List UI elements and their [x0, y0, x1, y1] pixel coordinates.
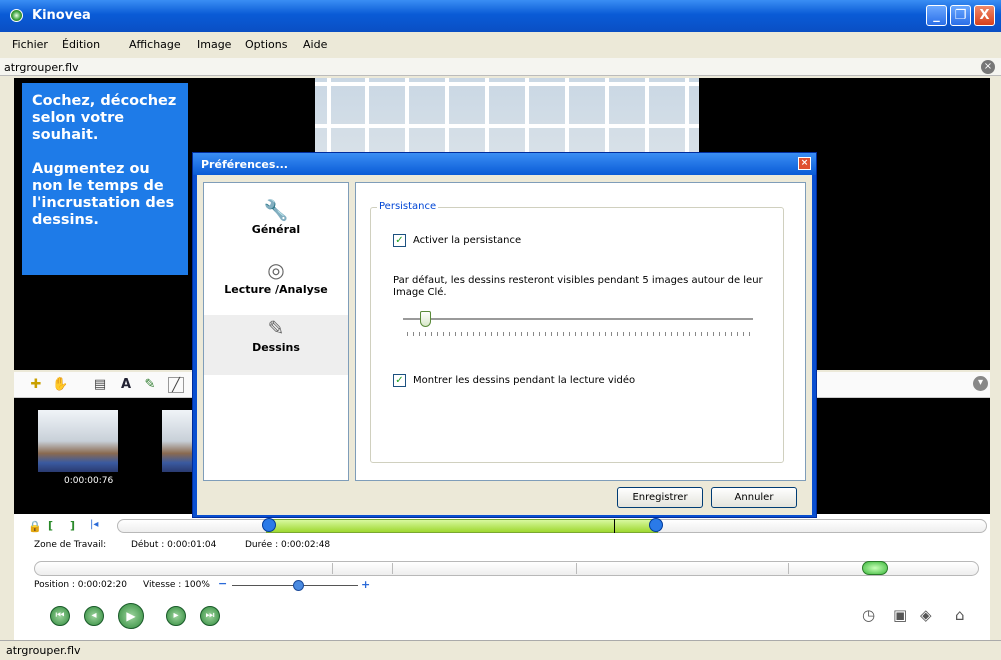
- line-tool-icon[interactable]: ╱: [168, 377, 184, 393]
- preferences-dialog: Préférences... × 🔧 Général ◎ Lecture /An…: [192, 152, 817, 518]
- menu-bar: Fichier Édition Affichage Image Options …: [0, 32, 1001, 56]
- save-button[interactable]: Enregistrer: [617, 487, 703, 508]
- category-dessins[interactable]: ✎ Dessins: [204, 315, 348, 375]
- text-tool-icon[interactable]: A: [118, 377, 134, 393]
- status-bar: atrgrouper.flv: [0, 640, 1001, 660]
- close-button[interactable]: X: [974, 5, 995, 26]
- duration: Durée : 0:00:02:48: [245, 540, 331, 550]
- previous-frame-icon[interactable]: ◂: [84, 606, 104, 626]
- next-frame-icon[interactable]: ▸: [166, 606, 186, 626]
- dialog-title-bar: Préférences... ×: [193, 153, 816, 175]
- menu-image[interactable]: Image: [197, 38, 231, 51]
- persistence-description: Par défaut, les dessins resteront visibl…: [393, 275, 763, 298]
- persistence-checkbox-label: Activer la persistance: [413, 235, 522, 246]
- speed-plus-icon[interactable]: +: [361, 578, 370, 591]
- title-bar: Kinovea _ ❐ X: [0, 0, 1001, 32]
- menu-affichage[interactable]: Affichage: [129, 38, 181, 51]
- wrench-icon: 🔧: [263, 198, 289, 222]
- window-title: Kinovea: [32, 8, 91, 23]
- lock-icon[interactable]: 🔒: [28, 520, 42, 533]
- film-reel-icon: ◎: [267, 258, 285, 282]
- goto-start-icon[interactable]: |◂: [90, 519, 98, 530]
- category-lecture-analyse[interactable]: ◎ Lecture /Analyse: [204, 257, 348, 317]
- bracket-end-icon[interactable]: ]: [70, 519, 75, 532]
- play-drawings-checkbox-label: Montrer les dessins pendant la lecture v…: [413, 375, 636, 386]
- presentation-icon[interactable]: ⌂: [955, 606, 965, 624]
- track-marker: [576, 563, 577, 574]
- menu-edition[interactable]: Édition: [62, 38, 100, 51]
- document-bar: atrgrouper.flv ×: [0, 58, 1001, 76]
- category-label: Dessins: [252, 341, 300, 354]
- category-label: Général: [251, 223, 301, 236]
- hand-icon[interactable]: ✋: [52, 377, 68, 393]
- save-video-icon[interactable]: ◈: [920, 606, 932, 624]
- expand-icon[interactable]: ▾: [973, 376, 988, 391]
- persistence-group: Persistance ✓ Activer la persistance Par…: [370, 201, 784, 463]
- first-frame-icon[interactable]: ⏮: [50, 606, 70, 626]
- document-name: atrgrouper.flv: [4, 61, 79, 74]
- tooltip-line-1: Cochez, décochez selon votre souhait.: [32, 93, 177, 143]
- tooltip-line-2: Augmentez ou non le temps de l'incrustat…: [32, 161, 175, 228]
- track-marker: [332, 563, 333, 574]
- dialog-title: Préférences...: [201, 158, 288, 171]
- work-start-handle[interactable]: [262, 518, 276, 532]
- work-cursor: [614, 519, 615, 533]
- play-drawings-checkbox[interactable]: ✓: [393, 374, 406, 387]
- work-zone-range[interactable]: [266, 519, 658, 533]
- position-track[interactable]: [34, 561, 979, 576]
- position-label: Position : 0:00:02:20: [34, 580, 127, 590]
- last-frame-icon[interactable]: ⏭: [200, 606, 220, 626]
- position-handle[interactable]: [862, 561, 888, 575]
- speed-slider-thumb[interactable]: [293, 580, 304, 591]
- category-general[interactable]: 🔧 Général: [204, 197, 348, 257]
- work-end-handle[interactable]: [649, 518, 663, 532]
- app-icon: [10, 9, 23, 22]
- help-tooltip: Cochez, décochez selon votre souhait. Au…: [22, 83, 188, 275]
- slider-ticks: [407, 332, 751, 336]
- start-time: Début : 0:00:01:04: [131, 540, 217, 550]
- maximize-button[interactable]: ❐: [950, 5, 971, 26]
- menu-options[interactable]: Options: [245, 38, 287, 51]
- cancel-button[interactable]: Annuler: [711, 487, 797, 508]
- preferences-content: Persistance ✓ Activer la persistance Par…: [355, 182, 806, 481]
- brushes-icon: ✎: [267, 316, 285, 340]
- keyframe-thumbnail[interactable]: [162, 410, 192, 472]
- track-marker: [788, 563, 789, 574]
- play-icon[interactable]: ▶: [118, 603, 144, 629]
- camera-icon[interactable]: ▣: [893, 606, 907, 624]
- dialog-close-button[interactable]: ×: [798, 157, 811, 170]
- persistence-slider-thumb[interactable]: [420, 311, 431, 327]
- timer-icon[interactable]: ◷: [862, 606, 875, 624]
- dialog-body: 🔧 Général ◎ Lecture /Analyse ✎ Dessins P…: [197, 175, 812, 515]
- menu-aide[interactable]: Aide: [303, 38, 327, 51]
- bracket-start-icon[interactable]: [: [48, 519, 53, 532]
- new-keyframe-icon[interactable]: ✚: [28, 377, 44, 393]
- pencil-icon[interactable]: ✎: [142, 377, 158, 393]
- speed-label: Vitesse : 100%: [143, 580, 210, 590]
- keyframe-time: 0:00:00:76: [64, 476, 114, 486]
- comment-icon[interactable]: ▤: [92, 377, 108, 393]
- menu-fichier[interactable]: Fichier: [12, 38, 48, 51]
- status-text: atrgrouper.flv: [6, 644, 81, 657]
- category-label: Lecture /Analyse: [224, 283, 328, 296]
- group-title: Persistance: [377, 201, 439, 212]
- speed-minus-icon[interactable]: −: [218, 577, 227, 590]
- close-document-icon[interactable]: ×: [981, 60, 995, 74]
- keyframe-thumbnail[interactable]: [38, 410, 118, 472]
- persistence-slider-track[interactable]: [403, 318, 753, 320]
- work-zone-label: Zone de Travail:: [34, 540, 107, 550]
- category-list: 🔧 Général ◎ Lecture /Analyse ✎ Dessins: [203, 182, 349, 481]
- persistence-checkbox[interactable]: ✓: [393, 234, 406, 247]
- minimize-button[interactable]: _: [926, 5, 947, 26]
- track-marker: [392, 563, 393, 574]
